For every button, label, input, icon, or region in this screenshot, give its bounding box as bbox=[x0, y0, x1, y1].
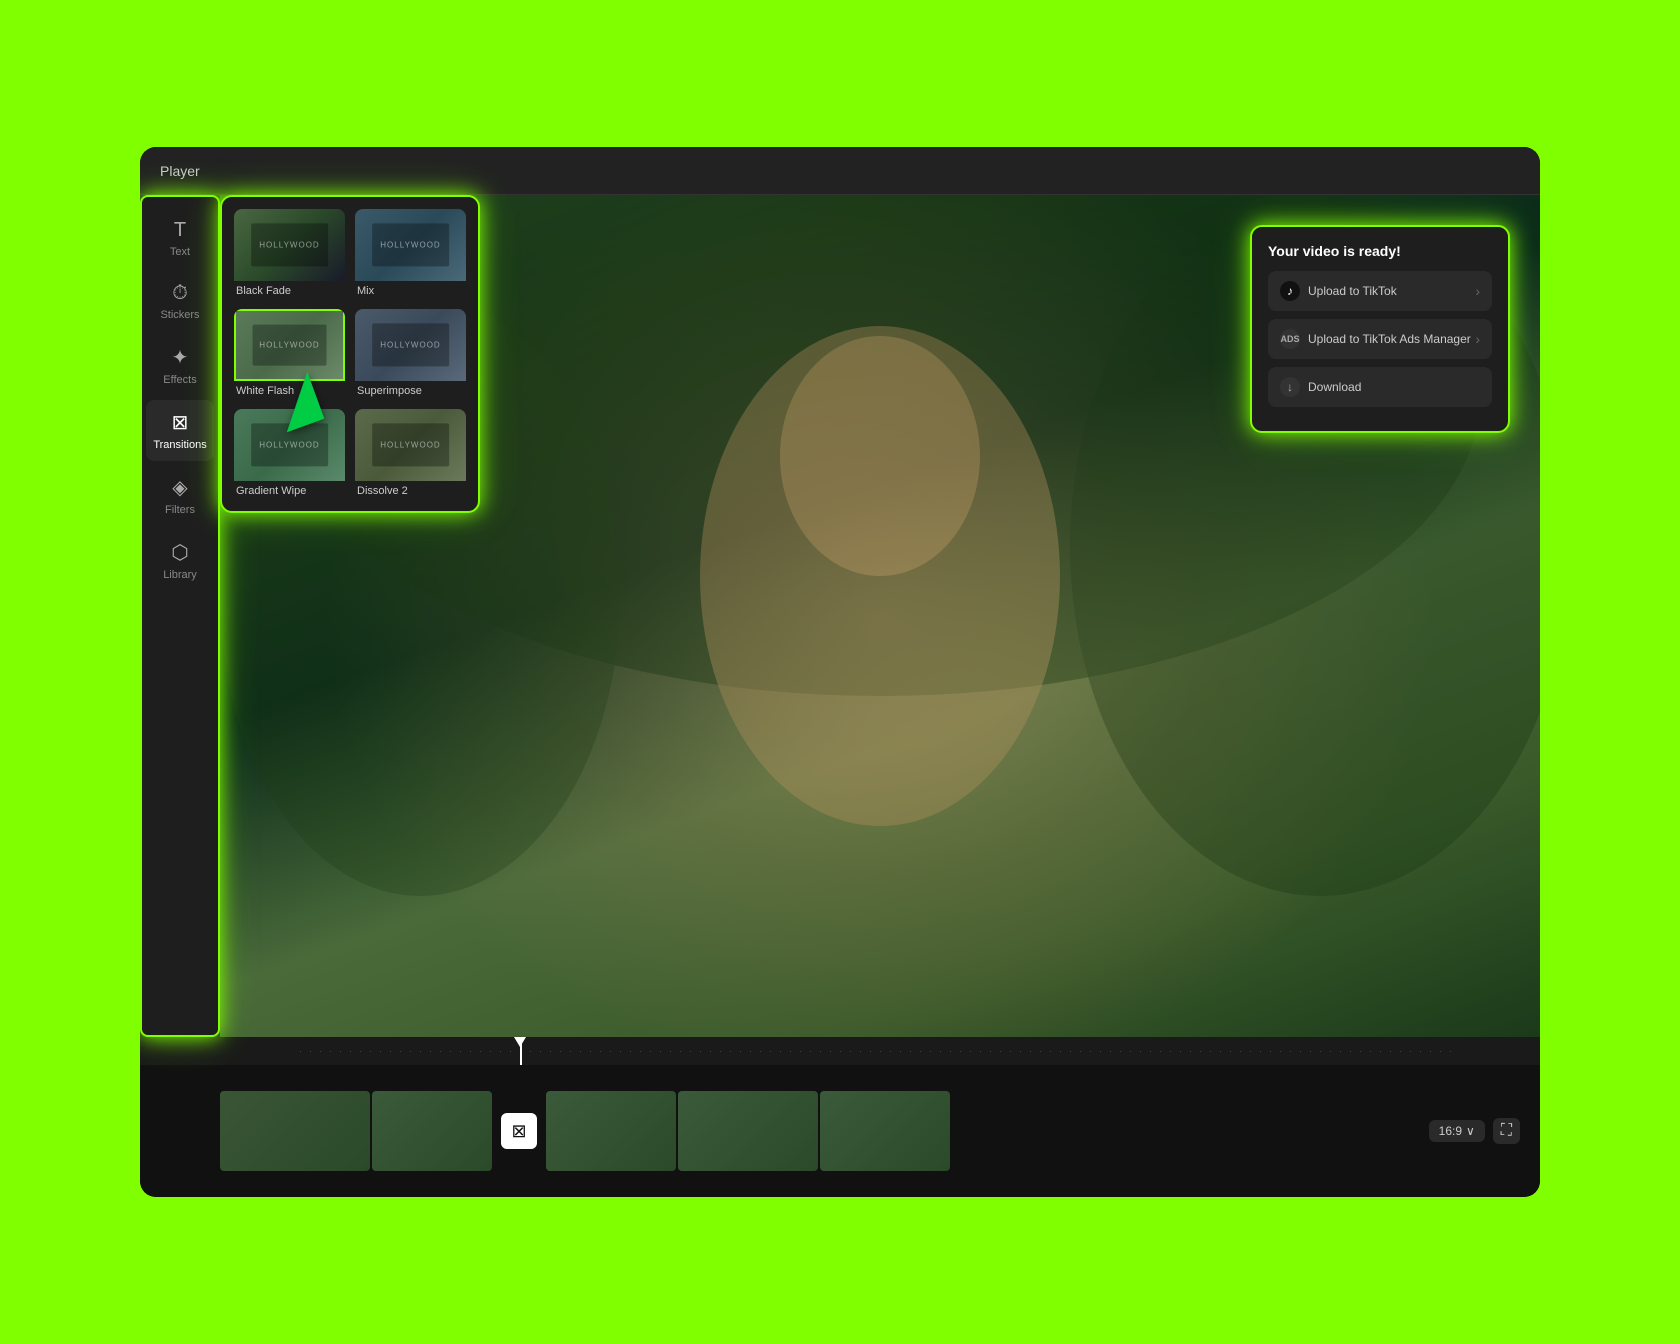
track-clip-1 bbox=[220, 1091, 370, 1171]
sidebar-label-transitions: Transitions bbox=[153, 439, 206, 451]
transition-marker-icon: ⊠ bbox=[511, 1121, 526, 1142]
track-clip-3 bbox=[546, 1091, 676, 1171]
filters-icon: ◈ bbox=[172, 475, 187, 500]
sidebar-item-filters[interactable]: ◈ Filters bbox=[146, 465, 214, 526]
timeline-area: ⊠ 16:9 ∨ ⛶ bbox=[140, 1037, 1540, 1197]
text-icon: T bbox=[174, 219, 186, 242]
ads-chevron-icon: › bbox=[1475, 331, 1480, 347]
transition-black-fade[interactable]: HOLLYWOOD Black Fade bbox=[234, 209, 345, 299]
upload-tiktok-label: Upload to TikTok bbox=[1308, 284, 1397, 298]
transition-mix[interactable]: HOLLYWOOD Mix bbox=[355, 209, 466, 299]
tiktok-icon: ♪ bbox=[1280, 281, 1300, 301]
track-clip-4 bbox=[678, 1091, 818, 1171]
header: Player bbox=[140, 147, 1540, 195]
sidebar-item-text[interactable]: T Text bbox=[146, 209, 214, 268]
download-icon: ↓ bbox=[1280, 377, 1300, 397]
video-ready-popup: Your video is ready! ♪ Upload to TikTok … bbox=[1250, 225, 1510, 433]
popup-title: Your video is ready! bbox=[1268, 243, 1492, 259]
transition-timeline-marker[interactable]: ⊠ bbox=[494, 1091, 544, 1171]
transition-black-fade-label: Black Fade bbox=[234, 281, 345, 299]
sidebar-label-filters: Filters bbox=[165, 504, 195, 516]
player-title: Player bbox=[160, 163, 200, 179]
sidebar-label-stickers: Stickers bbox=[160, 309, 199, 321]
download-button[interactable]: ↓ Download bbox=[1268, 367, 1492, 407]
timeline-controls: 16:9 ∨ ⛶ bbox=[1429, 1118, 1520, 1144]
transition-mix-label: Mix bbox=[355, 281, 466, 299]
upload-tiktok-ads-button[interactable]: ADS Upload to TikTok Ads Manager › bbox=[1268, 319, 1492, 359]
transitions-icon: ⊠ bbox=[172, 410, 189, 435]
transition-gradient-wipe-label: Gradient Wipe bbox=[234, 481, 345, 499]
stickers-icon: ⏱ bbox=[172, 282, 188, 305]
tiktok-ads-icon: ADS bbox=[1280, 329, 1300, 349]
sidebar-item-library[interactable]: ⬡ Library bbox=[146, 530, 214, 591]
transition-dissolve2[interactable]: HOLLYWOOD Dissolve 2 bbox=[355, 409, 466, 499]
upload-tiktok-button[interactable]: ♪ Upload to TikTok › bbox=[1268, 271, 1492, 311]
sidebar-item-effects[interactable]: ✦ Effects bbox=[146, 335, 214, 396]
library-icon: ⬡ bbox=[171, 540, 188, 565]
track-clip-2 bbox=[372, 1091, 492, 1171]
sidebar-label-text: Text bbox=[170, 246, 190, 258]
sidebar: T Text ⏱ Stickers ✦ Effects ⊠ Transition… bbox=[140, 195, 220, 1037]
transition-superimpose[interactable]: HOLLYWOOD Superimpose bbox=[355, 309, 466, 399]
upload-tiktok-ads-label: Upload to TikTok Ads Manager bbox=[1308, 332, 1471, 346]
effects-icon: ✦ bbox=[172, 345, 189, 370]
timeline-ruler bbox=[140, 1037, 1540, 1065]
transition-dissolve2-label: Dissolve 2 bbox=[355, 481, 466, 499]
app-container: Player T Text ⏱ Stickers ✦ Effects ⊠ Tra… bbox=[140, 147, 1540, 1197]
aspect-ratio-button[interactable]: 16:9 ∨ bbox=[1429, 1120, 1485, 1142]
ruler-line bbox=[300, 1051, 1460, 1052]
tiktok-chevron-icon: › bbox=[1475, 283, 1480, 299]
playhead bbox=[520, 1037, 522, 1065]
download-label: Download bbox=[1308, 380, 1361, 394]
timeline-tracks: ⊠ 16:9 ∨ ⛶ bbox=[140, 1065, 1540, 1197]
transition-superimpose-label: Superimpose bbox=[355, 381, 466, 399]
sidebar-label-library: Library bbox=[163, 569, 197, 581]
sidebar-label-effects: Effects bbox=[163, 374, 196, 386]
sidebar-item-stickers[interactable]: ⏱ Stickers bbox=[146, 272, 214, 331]
transitions-panel: HOLLYWOOD Black Fade HOLLYWOOD Mix HOLLY… bbox=[220, 195, 480, 513]
fullscreen-button[interactable]: ⛶ bbox=[1493, 1118, 1520, 1144]
sidebar-item-transitions[interactable]: ⊠ Transitions bbox=[146, 400, 214, 461]
track-clip-5 bbox=[820, 1091, 950, 1171]
